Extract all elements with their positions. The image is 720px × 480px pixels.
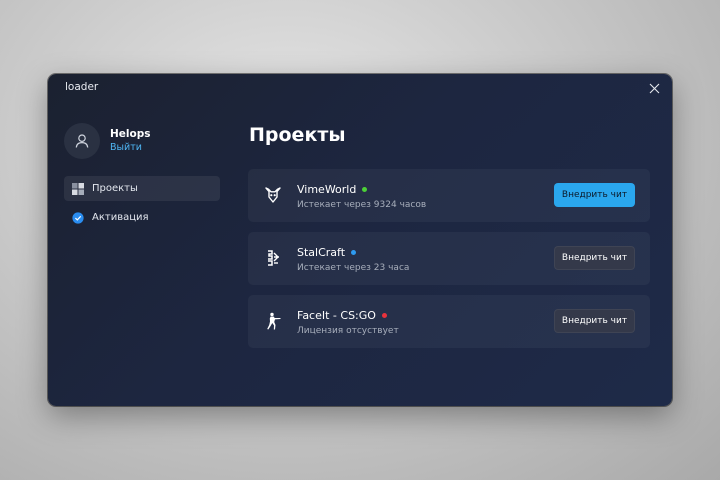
project-name: VimeWorld xyxy=(297,183,357,196)
title-bar: loader xyxy=(48,74,672,102)
status-dot xyxy=(362,187,368,192)
project-expiry: Истекает через 9324 часов xyxy=(297,200,427,210)
sidebar-item-activation[interactable]: Активация xyxy=(64,205,220,230)
user-profile: Helops Выйти xyxy=(64,122,151,160)
user-icon xyxy=(75,134,89,148)
app-window: loader Helops Выйти Проекты Активация Пр… xyxy=(48,74,672,406)
inject-button[interactable]: Внедрить чит xyxy=(554,309,635,333)
app-title: loader xyxy=(65,81,99,93)
project-card-vimeworld: VimeWorld Истекает через 9324 часов Внед… xyxy=(248,169,650,222)
sidebar-item-label: Проекты xyxy=(92,183,138,194)
project-card-stalcraft: StalCraft Истекает через 23 часа Внедрит… xyxy=(248,232,650,285)
project-card-faceit-csgo: FaceIt - CS:GO Лицензия отсуствует Внедр… xyxy=(248,295,650,348)
sidebar-item-label: Активация xyxy=(92,212,149,223)
check-circle-icon xyxy=(72,211,84,224)
vimeworld-logo-icon xyxy=(262,184,284,206)
stalcraft-logo-icon xyxy=(262,247,284,269)
status-dot xyxy=(351,250,357,255)
logout-link[interactable]: Выйти xyxy=(110,141,151,155)
project-name: FaceIt - CS:GO xyxy=(297,309,376,322)
close-icon xyxy=(649,83,659,93)
inject-button[interactable]: Внедрить чит xyxy=(554,183,635,207)
status-dot xyxy=(381,313,387,318)
project-list: VimeWorld Истекает через 9324 часов Внед… xyxy=(248,169,650,358)
project-license-status: Лицензия отсуствует xyxy=(297,326,399,336)
csgo-soldier-icon xyxy=(262,310,284,332)
sidebar-item-projects[interactable]: Проекты xyxy=(64,176,220,201)
page-title: Проекты xyxy=(249,124,346,146)
grid-icon xyxy=(72,182,84,195)
close-button[interactable] xyxy=(642,77,666,99)
sidebar-nav: Проекты Активация xyxy=(64,176,220,234)
project-name: StalCraft xyxy=(297,246,346,259)
username: Helops xyxy=(110,128,151,140)
avatar xyxy=(64,123,100,159)
project-expiry: Истекает через 23 часа xyxy=(297,263,410,273)
inject-button[interactable]: Внедрить чит xyxy=(554,246,635,270)
